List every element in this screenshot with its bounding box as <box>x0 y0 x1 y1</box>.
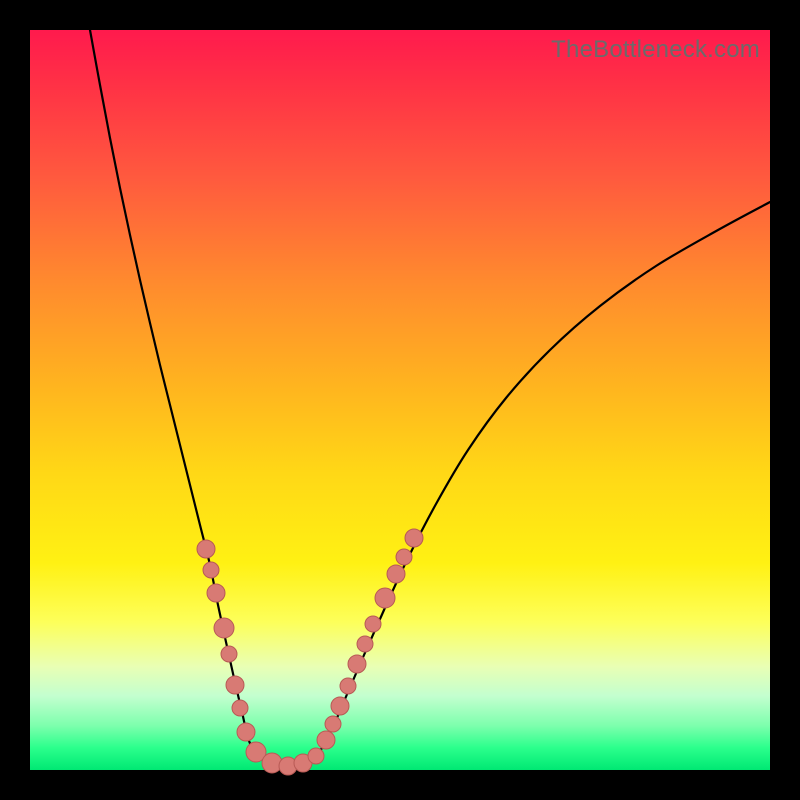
bead-group <box>197 529 423 775</box>
bead-point <box>203 562 219 578</box>
bead-point <box>325 716 341 732</box>
bead-point <box>308 748 324 764</box>
bead-point <box>375 588 395 608</box>
chart-frame: TheBottleneck.com <box>0 0 800 800</box>
bead-point <box>197 540 215 558</box>
bead-point <box>237 723 255 741</box>
bead-point <box>331 697 349 715</box>
curve-path <box>90 30 770 766</box>
bead-point <box>232 700 248 716</box>
bead-point <box>396 549 412 565</box>
bead-point <box>340 678 356 694</box>
bead-point <box>348 655 366 673</box>
plot-area: TheBottleneck.com <box>30 30 770 770</box>
bead-point <box>317 731 335 749</box>
bead-point <box>226 676 244 694</box>
bead-point <box>214 618 234 638</box>
bead-point <box>357 636 373 652</box>
bead-point <box>387 565 405 583</box>
bead-point <box>221 646 237 662</box>
bead-point <box>405 529 423 547</box>
bead-point <box>207 584 225 602</box>
bottleneck-curve <box>30 30 770 770</box>
bead-point <box>365 616 381 632</box>
